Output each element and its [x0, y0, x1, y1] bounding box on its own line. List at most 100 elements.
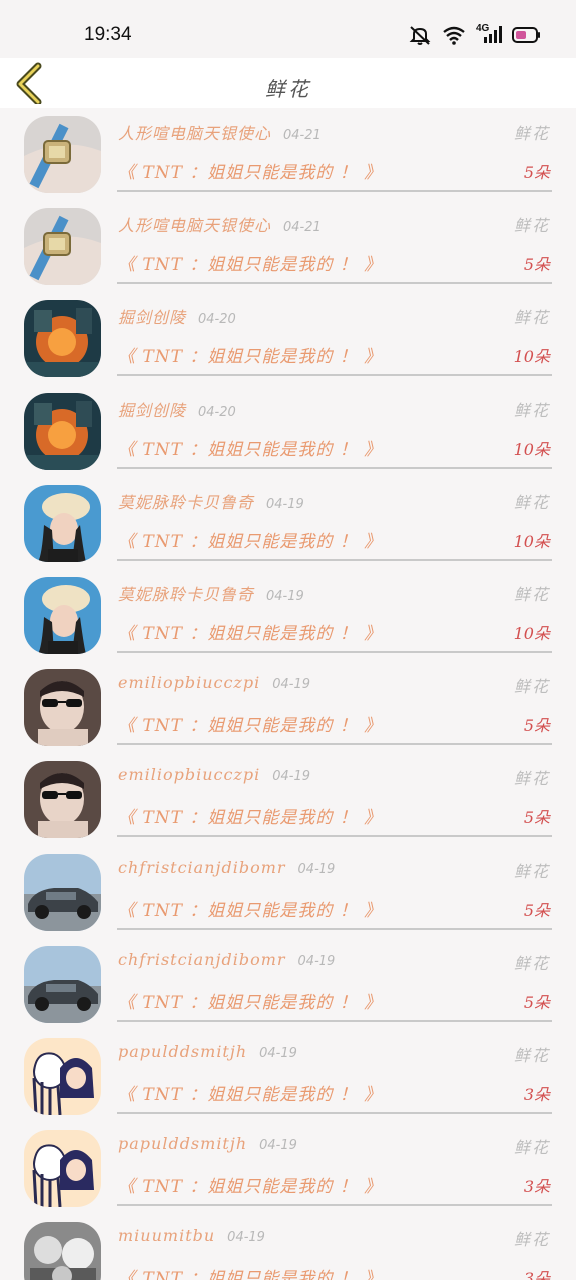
user-name[interactable]: emiliopbiucczpi 04-19 — [118, 765, 310, 784]
gift-row[interactable]: 人形喧电脑天银使心 04-21 鲜花 《 TNT ：姐姐只能是我的 ！ 》 5朵 — [0, 200, 576, 292]
row-divider — [117, 650, 552, 653]
row-divider — [117, 835, 552, 838]
flower-count: 5朵 — [523, 992, 550, 1012]
gift-list: 人形喧电脑天银使心 04-21 鲜花 《 TNT ：姐姐只能是我的 ！ 》 5朵 … — [0, 108, 576, 1280]
header: 鲜花 — [0, 58, 576, 108]
user-name[interactable]: miuumitbu 04-19 — [118, 1226, 265, 1245]
gift-date: 04-19 — [259, 1138, 297, 1154]
gift-type-label: 鲜花 — [513, 216, 550, 236]
user-name[interactable]: papulddsmitjh 04-19 — [118, 1042, 297, 1061]
avatar-robot[interactable] — [24, 300, 101, 378]
avatar-watch[interactable] — [24, 208, 101, 286]
flower-count: 3朵 — [523, 1177, 550, 1197]
gift-row[interactable]: miuumitbu 04-19 鲜花 《 TNT ：姐姐只能是我的 ！ 》 3朵 — [0, 1214, 576, 1280]
gift-row[interactable]: chfristcianjdibomr 04-19 鲜花 《 TNT ：姐姐只能是我… — [0, 938, 576, 1030]
gift-message: 《 TNT ：姐姐只能是我的 ！ 》 — [118, 1269, 383, 1280]
avatar-anime[interactable] — [24, 1037, 101, 1115]
gift-type-label: 鲜花 — [513, 584, 550, 604]
gift-date: 04-19 — [266, 588, 304, 604]
flower-count: 5朵 — [523, 808, 550, 828]
gift-message: 《 TNT ：姐姐只能是我的 ！ 》 — [118, 255, 383, 276]
user-name[interactable]: 掘剑创陵 04-20 — [118, 304, 236, 328]
gift-row[interactable]: 莫妮脉聆卡贝鲁奇 04-19 鲜花 《 TNT ：姐姐只能是我的 ！ 》 10朵 — [0, 569, 576, 661]
gift-row[interactable]: 人形喧电脑天银使心 04-21 鲜花 《 TNT ：姐姐只能是我的 ！ 》 5朵 — [0, 108, 576, 200]
user-name[interactable]: 莫妮脉聆卡贝鲁奇 04-19 — [118, 581, 304, 605]
gift-message: 《 TNT ：姐姐只能是我的 ！ 》 — [118, 163, 383, 183]
gift-date: 04-20 — [198, 404, 236, 420]
avatar-girl-hat[interactable] — [24, 484, 101, 562]
gift-row[interactable]: 掘剑创陵 04-20 鲜花 《 TNT ：姐姐只能是我的 ！ 》 10朵 — [0, 385, 576, 477]
status-bar: 19:34 4G — [0, 0, 576, 58]
gift-type-label: 鲜花 — [513, 953, 550, 973]
flower-count: 5朵 — [523, 163, 550, 182]
flower-count: 5朵 — [523, 900, 550, 920]
flower-count: 10朵 — [513, 623, 550, 643]
user-name-text: emiliopbiucczpi — [118, 765, 261, 785]
gift-message: 《 TNT ：姐姐只能是我的 ！ 》 — [118, 623, 383, 644]
gift-type-label: 鲜花 — [513, 1138, 550, 1158]
avatar-boy-sunglasses[interactable] — [24, 669, 101, 747]
user-name-text: 掘剑创陵 — [118, 308, 187, 328]
avatar-mono[interactable] — [24, 1222, 101, 1280]
gift-message: 《 TNT ：姐姐只能是我的 ！ 》 — [118, 900, 383, 921]
flower-count: 3朵 — [523, 1084, 550, 1104]
gift-date: 04-20 — [198, 312, 236, 328]
avatar-car[interactable] — [24, 945, 101, 1023]
user-name[interactable]: 人形喧电脑天银使心 04-21 — [118, 212, 321, 236]
row-divider — [117, 1204, 552, 1207]
flower-count: 5朵 — [523, 255, 550, 275]
user-name-text: papulddsmitjh — [118, 1134, 248, 1154]
gift-type-label: 鲜花 — [513, 308, 550, 328]
avatar-boy-sunglasses[interactable] — [24, 761, 101, 839]
user-name[interactable]: 人形喧电脑天银使心 04-21 — [118, 120, 321, 144]
avatar-robot[interactable] — [24, 392, 101, 470]
flower-count: 10朵 — [513, 439, 550, 459]
gift-row[interactable]: 莫妮脉聆卡贝鲁奇 04-19 鲜花 《 TNT ：姐姐只能是我的 ！ 》 10朵 — [0, 477, 576, 569]
avatar-watch[interactable] — [24, 116, 101, 193]
user-name[interactable]: 莫妮脉聆卡贝鲁奇 04-19 — [118, 489, 304, 513]
row-divider — [117, 1019, 552, 1022]
avatar-anime[interactable] — [24, 1130, 101, 1208]
avatar-car[interactable] — [24, 853, 101, 931]
gift-row[interactable]: 掘剑创陵 04-20 鲜花 《 TNT ：姐姐只能是我的 ！ 》 10朵 — [0, 292, 576, 384]
cellular-signal-icon: 4G — [476, 23, 502, 45]
user-name-text: 人形喧电脑天银使心 — [118, 216, 272, 236]
gift-row[interactable]: papulddsmitjh 04-19 鲜花 《 TNT ：姐姐只能是我的 ！ 》… — [0, 1122, 576, 1214]
mute-bell-icon — [408, 25, 432, 45]
gift-message: 《 TNT ：姐姐只能是我的 ！ 》 — [118, 531, 383, 552]
row-divider — [117, 190, 552, 192]
gift-row[interactable]: chfristcianjdibomr 04-19 鲜花 《 TNT ：姐姐只能是我… — [0, 846, 576, 938]
wifi-icon — [442, 25, 466, 45]
gift-date: 04-19 — [259, 1045, 297, 1061]
gift-date: 04-19 — [227, 1230, 265, 1246]
gift-message: 《 TNT ：姐姐只能是我的 ！ 》 — [118, 808, 383, 829]
row-divider — [117, 1111, 552, 1114]
gift-date: 04-19 — [266, 496, 304, 512]
gift-date: 04-21 — [283, 220, 321, 236]
gift-row[interactable]: emiliopbiucczpi 04-19 鲜花 《 TNT ：姐姐只能是我的 ！… — [0, 661, 576, 753]
gift-message: 《 TNT ：姐姐只能是我的 ！ 》 — [118, 716, 383, 737]
row-divider — [117, 466, 552, 469]
user-name-text: chfristcianjdibomr — [118, 949, 286, 969]
row-divider — [117, 927, 552, 930]
gift-message: 《 TNT ：姐姐只能是我的 ！ 》 — [118, 347, 383, 368]
user-name[interactable]: chfristcianjdibomr 04-19 — [118, 858, 335, 877]
page-title: 鲜花 — [265, 77, 311, 101]
user-name[interactable]: 掘剑创陵 04-20 — [118, 397, 236, 421]
user-name[interactable]: papulddsmitjh 04-19 — [118, 1134, 297, 1153]
flower-count: 5朵 — [523, 716, 550, 736]
avatar-girl-hat[interactable] — [24, 576, 101, 654]
row-divider — [117, 282, 552, 285]
user-name-text: emiliopbiucczpi — [118, 673, 261, 693]
user-name[interactable]: emiliopbiucczpi 04-19 — [118, 673, 310, 692]
gift-row[interactable]: papulddsmitjh 04-19 鲜花 《 TNT ：姐姐只能是我的 ！ 》… — [0, 1030, 576, 1122]
user-name-text: 莫妮脉聆卡贝鲁奇 — [118, 492, 255, 512]
gift-message: 《 TNT ：姐姐只能是我的 ！ 》 — [118, 992, 383, 1013]
gift-date: 04-19 — [272, 769, 311, 785]
user-name[interactable]: chfristcianjdibomr 04-19 — [118, 950, 335, 969]
gift-row[interactable]: emiliopbiucczpi 04-19 鲜花 《 TNT ：姐姐只能是我的 ！… — [0, 753, 576, 845]
gift-message: 《 TNT ：姐姐只能是我的 ！ 》 — [118, 1177, 383, 1198]
row-divider — [117, 743, 552, 746]
row-divider — [117, 374, 552, 377]
gift-type-label: 鲜花 — [513, 1230, 550, 1250]
